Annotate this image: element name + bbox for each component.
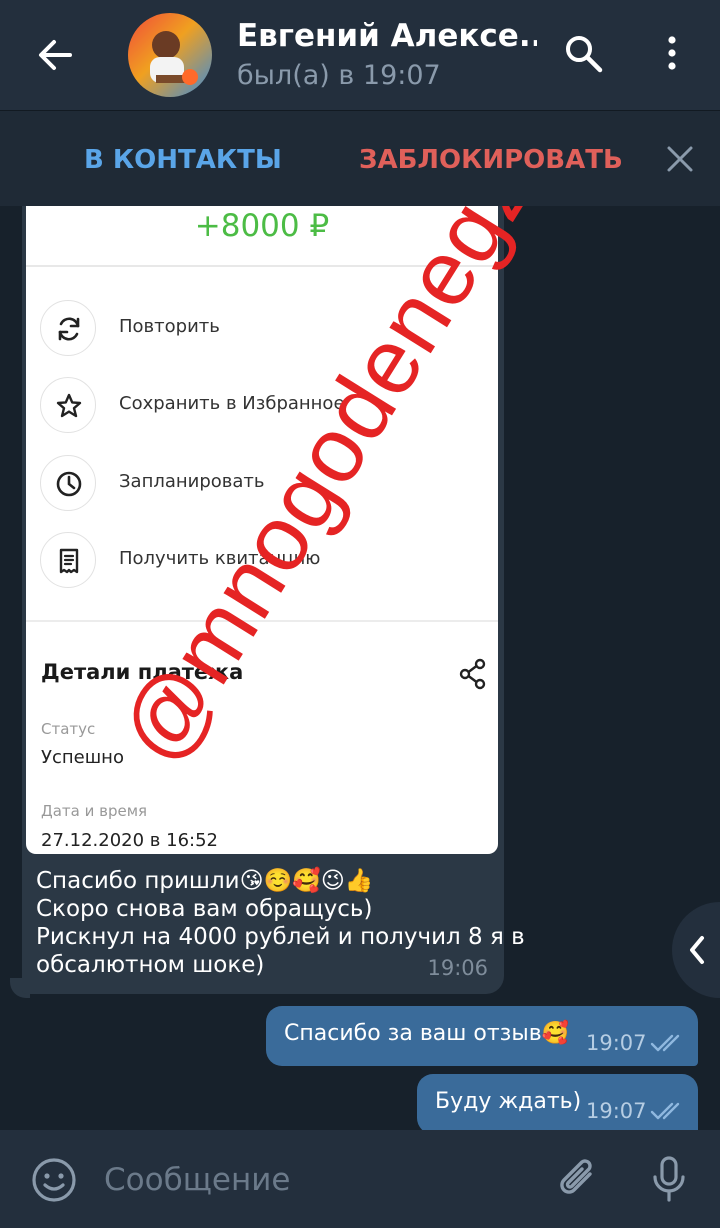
emoji-button[interactable] (30, 1156, 78, 1208)
message-input[interactable] (104, 1160, 524, 1200)
message-time: 19:07 (586, 1031, 647, 1055)
block-user-button[interactable]: ЗАБЛОКИРОВАТЬ (359, 145, 623, 175)
message-line: Скоро снова вам обращусь) (36, 896, 373, 922)
payment-amount: +8000 ₽ (194, 208, 330, 244)
payment-details-title: Детали платежа (41, 660, 244, 684)
divider (26, 265, 498, 267)
outgoing-message[interactable]: Спасибо за ваш отзыв🥰 19:07 (266, 1006, 698, 1066)
outgoing-message[interactable]: Буду ждать) 19:07 (417, 1074, 698, 1130)
status-label: Статус (41, 720, 96, 738)
contact-action-bar: В КОНТАКТЫ ЗАБЛОКИРОВАТЬ (0, 110, 720, 206)
attach-button[interactable] (554, 1154, 602, 1208)
back-button[interactable] (30, 30, 80, 80)
message-line: Рискнул на 4000 рублей и получил 8 я в (36, 924, 525, 950)
option-receipt: Получить квитанцию (40, 532, 480, 592)
search-button[interactable] (560, 30, 608, 78)
divider (26, 620, 498, 622)
status-value: Успешно (41, 747, 124, 768)
more-vertical-icon (668, 36, 676, 70)
clock-icon (56, 471, 82, 497)
chevron-left-icon (690, 936, 704, 964)
attached-screenshot[interactable]: +8000 ₽ Повторить Сохранить в Избранное … (26, 206, 498, 854)
last-seen-status: был(а) в 19:07 (237, 60, 441, 91)
option-label: Сохранить в Избранное (119, 393, 345, 414)
option-label: Получить квитанцию (119, 548, 321, 569)
incoming-message[interactable]: +8000 ₽ Повторить Сохранить в Избранное … (22, 206, 525, 994)
close-action-bar-button[interactable] (664, 143, 696, 175)
message-time: 19:06 (427, 956, 488, 980)
message-line: Спасибо пришли😘☺️🥰😉👍 (36, 868, 374, 894)
search-icon (566, 36, 603, 73)
close-icon (667, 146, 693, 172)
message-text: Буду ждать) (435, 1089, 582, 1114)
chat-title[interactable]: Евгений Алексе... (237, 18, 537, 54)
repeat-icon (58, 317, 80, 341)
double-check-icon (650, 1102, 680, 1120)
option-label: Запланировать (119, 471, 265, 492)
message-text: Спасибо за ваш отзыв🥰 (284, 1021, 570, 1046)
avatar[interactable] (128, 13, 212, 97)
option-repeat: Повторить (40, 300, 480, 360)
chat-area[interactable]: +8000 ₽ Повторить Сохранить в Избранное … (0, 206, 720, 1130)
double-check-icon (650, 1034, 680, 1052)
add-to-contacts-button[interactable]: В КОНТАКТЫ (84, 145, 282, 175)
paperclip-icon (560, 1159, 592, 1194)
message-input-bar (0, 1130, 720, 1228)
share-icon (459, 658, 486, 690)
receipt-icon (59, 548, 79, 574)
chat-header: Евгений Алексе... был(а) в 19:07 (0, 0, 720, 110)
option-schedule: Запланировать (40, 455, 480, 515)
date-label: Дата и время (41, 802, 148, 820)
emoji-icon (32, 1158, 76, 1202)
date-value: 27.12.2020 в 16:52 (41, 830, 218, 851)
voice-message-button[interactable] (646, 1154, 692, 1208)
microphone-icon (653, 1156, 685, 1202)
scroll-toggle-button[interactable] (672, 902, 720, 998)
arrow-left-icon (39, 40, 72, 70)
star-icon (56, 393, 82, 418)
option-label: Повторить (119, 316, 220, 337)
more-options-button[interactable] (650, 30, 694, 78)
option-favorite: Сохранить в Избранное (40, 377, 480, 437)
message-time: 19:07 (586, 1099, 647, 1123)
